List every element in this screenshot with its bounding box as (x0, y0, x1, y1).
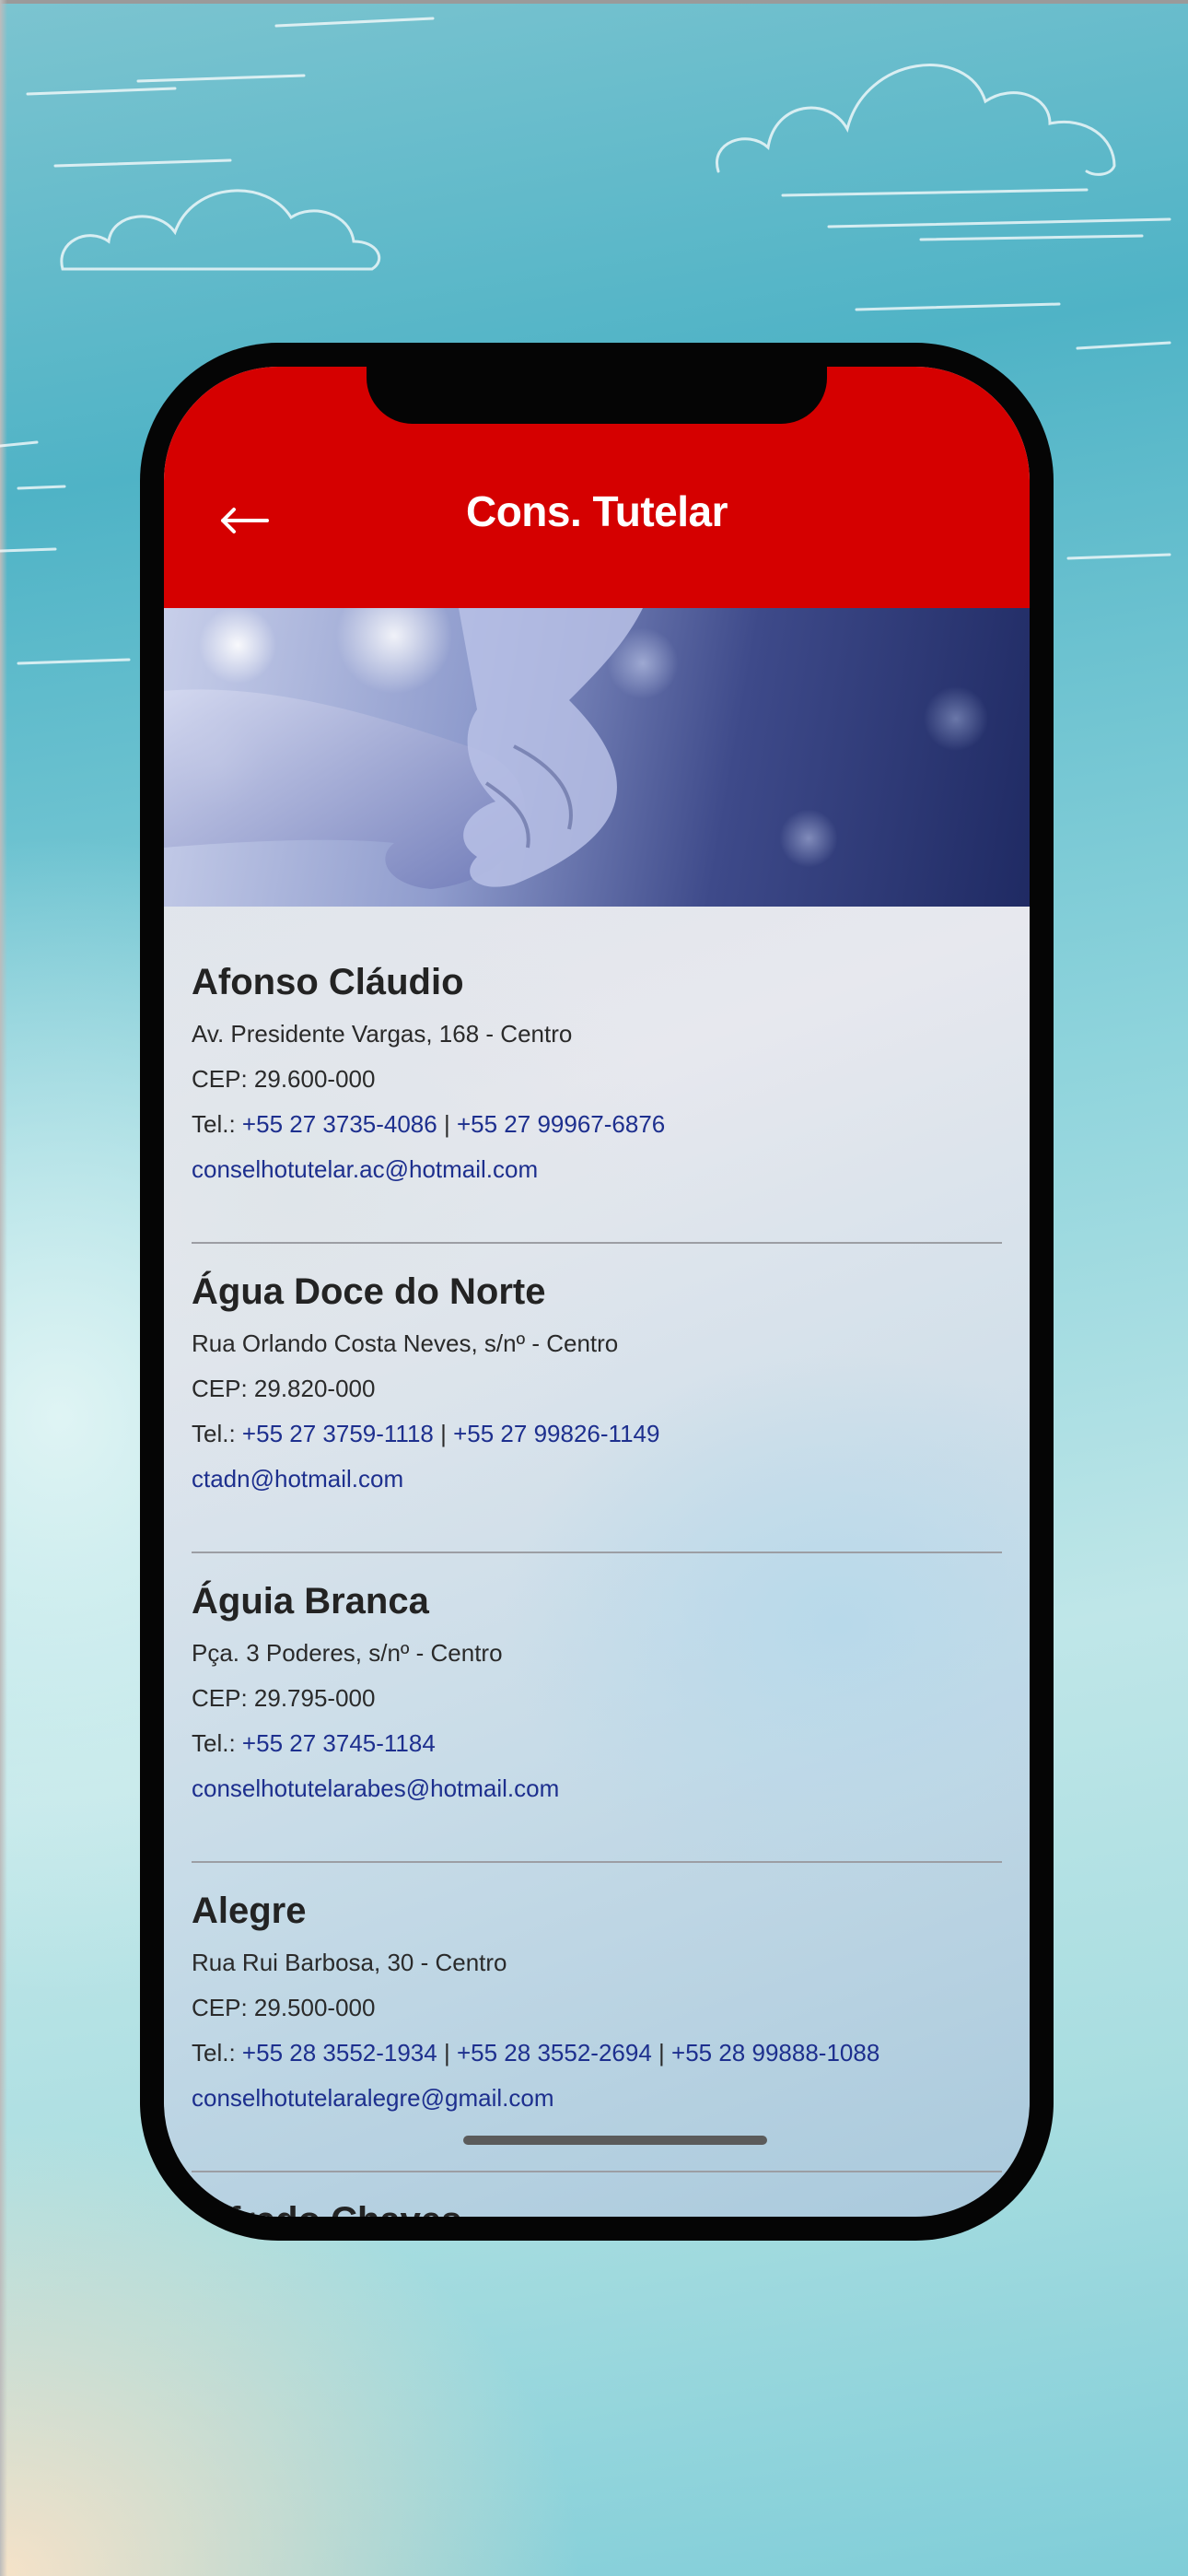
entry-address: Pça. 3 Poderes, s/nº - Centro (192, 1639, 503, 1667)
council-list: Afonso Cláudio Av. Presidente Vargas, 16… (192, 960, 1002, 2217)
divider (192, 1861, 1002, 1863)
list-item: Alegre Rua Rui Barbosa, 30 - Centro CEP:… (192, 1889, 1002, 2198)
tel-label: Tel.: (192, 2039, 242, 2067)
hero-image (164, 608, 1030, 907)
phone-link[interactable]: +55 27 3735-4086 (242, 1110, 437, 1138)
entry-name: Água Doce do Norte (192, 1271, 546, 1312)
phone-link[interactable]: +55 28 3552-1934 (242, 2039, 437, 2067)
entry-name: Alfredo Chaves (192, 2198, 1002, 2217)
entry-phones: Tel.: +55 27 3735-4086 | +55 27 99967-68… (192, 1102, 1002, 1147)
phone-notch (367, 343, 827, 424)
email-link[interactable]: ctadn@hotmail.com (192, 1457, 1002, 1502)
list-item: Água Doce do Norte Rua Orlando Costa Nev… (192, 1270, 1002, 1579)
entry-address: Rua Orlando Costa Neves, s/nº - Centro (192, 1329, 619, 1357)
email-link[interactable]: conselhotutelaralegre@gmail.com (192, 2076, 1002, 2121)
phone-link[interactable]: +55 28 3552-2694 (457, 2039, 652, 2067)
hands-illustration (164, 608, 643, 889)
phone-screen: Cons. Tutelar Afonso Cláudio Av. Preside… (164, 367, 1030, 2217)
phone-separator: | (443, 2039, 450, 2067)
entry-name: Águia Branca (192, 1581, 429, 1622)
phone-separator: | (443, 1110, 450, 1138)
entry-cep: CEP: 29.795-000 (192, 1684, 376, 1712)
phone-link[interactable]: +55 27 3759-1118 (242, 1420, 434, 1447)
home-indicator (463, 2136, 767, 2145)
entry-cep: CEP: 29.500-000 (192, 1994, 376, 2021)
divider (192, 2171, 1002, 2172)
phone-link[interactable]: +55 28 99888-1088 (671, 2039, 879, 2067)
divider (192, 1242, 1002, 1244)
list-item: Alfredo Chaves (192, 2198, 1002, 2217)
tel-label: Tel.: (192, 1110, 242, 1138)
tel-label: Tel.: (192, 1420, 242, 1447)
entry-phones: Tel.: +55 28 3552-1934 | +55 28 3552-269… (192, 2031, 1002, 2076)
phone-link[interactable]: +55 27 3745-1184 (242, 1729, 436, 1757)
email-link[interactable]: conselhotutelarabes@hotmail.com (192, 1766, 1002, 1811)
entry-name: Alegre (192, 1891, 307, 1931)
entry-cep: CEP: 29.600-000 (192, 1065, 376, 1093)
entry-address: Rua Rui Barbosa, 30 - Centro (192, 1949, 507, 1976)
phone-link[interactable]: +55 27 99967-6876 (457, 1110, 665, 1138)
phone-separator: | (658, 2039, 665, 2067)
phone-mockup: Cons. Tutelar Afonso Cláudio Av. Preside… (140, 343, 1054, 2241)
entry-address: Av. Presidente Vargas, 168 - Centro (192, 1020, 573, 1048)
phone-separator: | (440, 1420, 447, 1447)
list-item: Águia Branca Pça. 3 Poderes, s/nº - Cent… (192, 1579, 1002, 1889)
phone-link[interactable]: +55 27 99826-1149 (453, 1420, 659, 1447)
list-item: Afonso Cláudio Av. Presidente Vargas, 16… (192, 960, 1002, 1270)
page-title: Cons. Tutelar (465, 487, 728, 535)
divider (192, 1551, 1002, 1553)
tel-label: Tel.: (192, 1729, 242, 1757)
entry-name: Afonso Cláudio (192, 962, 464, 1002)
entry-cep: CEP: 29.820-000 (192, 1375, 376, 1402)
email-link[interactable]: conselhotutelar.ac@hotmail.com (192, 1147, 1002, 1192)
entry-phones: Tel.: +55 27 3759-1118 | +55 27 99826-11… (192, 1411, 1002, 1457)
entry-phones: Tel.: +55 27 3745-1184 (192, 1721, 1002, 1766)
